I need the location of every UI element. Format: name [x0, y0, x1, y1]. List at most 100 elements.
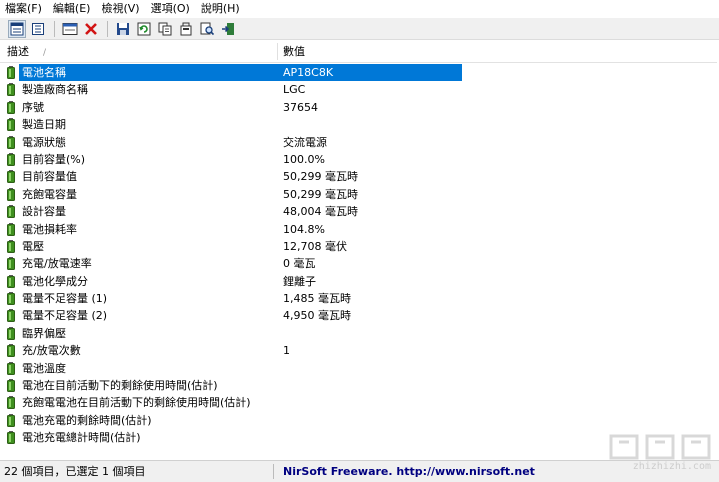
status-bar: 22 個項目，已選定 1 個項目 NirSoft Freeware. http:…	[0, 460, 719, 482]
column-divider[interactable]	[277, 43, 278, 60]
battery-icon	[7, 309, 15, 323]
list-row[interactable]: 電量不足容量 (1) 1,485 毫瓦時	[0, 290, 719, 307]
exit-icon[interactable]	[219, 20, 237, 38]
battery-icon	[7, 361, 15, 375]
list-row[interactable]: 充飽電電池在目前活動下的剩餘使用時間(估計)	[0, 394, 719, 411]
row-description: 電量不足容量 (2)	[22, 309, 108, 323]
battery-icon	[7, 257, 15, 271]
row-description: 電池化學成分	[22, 274, 88, 288]
row-description: 電池在目前活動下的剩餘使用時間(估計)	[22, 379, 218, 393]
list-header: 描述 / 數值	[0, 41, 719, 63]
list-row[interactable]: 臨界偏壓	[0, 325, 719, 342]
list-row[interactable]: 電量不足容量 (2) 4,950 毫瓦時	[0, 307, 719, 324]
list-row[interactable]: 電池損耗率 104.8%	[0, 221, 719, 238]
status-item-count: 22 個項目，已選定 1 個項目	[4, 465, 146, 478]
battery-icon	[7, 135, 15, 149]
row-value: 50,299 毫瓦時	[283, 187, 358, 201]
row-description: 充/放電次數	[22, 344, 81, 358]
row-value: 交流電源	[283, 135, 327, 149]
battery-icon	[7, 413, 15, 427]
list-row[interactable]: 目前容量值 50,299 毫瓦時	[0, 168, 719, 185]
battery-icon	[7, 118, 15, 132]
list-row[interactable]: 序號 37654	[0, 99, 719, 116]
column-header-description[interactable]: 描述 /	[7, 41, 46, 62]
list-row[interactable]: 製造廠商名稱 LGC	[0, 81, 719, 98]
battery-icon	[7, 83, 15, 97]
list-row[interactable]: 電池充電總計時間(估計)	[0, 429, 719, 446]
row-value: 104.8%	[283, 222, 325, 236]
list-row[interactable]: 充/放電次數 1	[0, 342, 719, 359]
html-report-icon[interactable]	[177, 20, 195, 38]
row-description: 製造日期	[22, 118, 66, 132]
row-value: LGC	[283, 83, 306, 97]
menu-help[interactable]: 說明(H)	[196, 0, 246, 18]
nirsoft-link[interactable]: NirSoft Freeware. http://www.nirsoft.net	[283, 461, 535, 482]
row-description: 臨界偏壓	[22, 326, 66, 340]
view-mode-1-icon[interactable]	[8, 19, 26, 38]
battery-icon	[7, 292, 15, 306]
row-value: 0 毫瓦	[283, 257, 316, 271]
row-description: 製造廠商名稱	[22, 83, 88, 97]
list-row[interactable]: 充飽電容量 50,299 毫瓦時	[0, 186, 719, 203]
row-description: 電池溫度	[22, 361, 66, 375]
list-row[interactable]: 製造日期	[0, 116, 719, 133]
row-description: 電池名稱	[19, 64, 462, 81]
list-row[interactable]: 電池在目前活動下的剩餘使用時間(估計)	[0, 377, 719, 394]
battery-icon	[7, 239, 15, 253]
row-description: 電量不足容量 (1)	[22, 292, 108, 306]
toolbar-separator	[107, 20, 108, 37]
row-value: 4,950 毫瓦時	[283, 309, 351, 323]
toolbar	[0, 18, 719, 40]
column-description-label: 描述	[7, 45, 29, 58]
list-row[interactable]: 電池化學成分 鋰離子	[0, 273, 719, 290]
row-description: 設計容量	[22, 205, 66, 219]
view-mode-2-icon[interactable]	[29, 20, 47, 38]
menu-edit[interactable]: 編輯(E)	[48, 0, 97, 18]
copy-icon[interactable]	[156, 20, 174, 38]
column-header-value[interactable]: 數值	[283, 41, 305, 62]
battery-icon	[7, 222, 15, 236]
battery-icon	[7, 205, 15, 219]
list-row[interactable]: 電池充電的剩餘時間(估計)	[0, 412, 719, 429]
list-row[interactable]: 設計容量 48,004 毫瓦時	[0, 203, 719, 220]
row-value: AP18C8K	[283, 66, 334, 79]
battery-icon	[7, 66, 15, 79]
row-description: 電壓	[22, 239, 44, 253]
row-value: 100.0%	[283, 152, 325, 166]
row-description: 電池損耗率	[22, 222, 77, 236]
row-value: 鋰離子	[283, 274, 316, 288]
row-value: 12,708 毫伏	[283, 239, 347, 253]
list-row[interactable]: 電池名稱 AP18C8K	[0, 64, 719, 81]
toolbar-separator	[54, 20, 55, 37]
save-icon[interactable]	[114, 20, 132, 38]
battery-icon	[7, 274, 15, 288]
row-value: 48,004 毫瓦時	[283, 205, 358, 219]
menu-file[interactable]: 檔案(F)	[0, 0, 48, 18]
menu-view[interactable]: 檢視(V)	[96, 0, 145, 18]
row-value: 50,299 毫瓦時	[283, 170, 358, 184]
menu-options[interactable]: 選項(O)	[146, 0, 196, 18]
properties-icon[interactable]	[61, 20, 79, 38]
list-row[interactable]: 目前容量(%) 100.0%	[0, 151, 719, 168]
list-row[interactable]: 電壓 12,708 毫伏	[0, 238, 719, 255]
row-description: 電源狀態	[22, 135, 66, 149]
sort-indicator-icon: /	[43, 48, 47, 58]
battery-icon	[7, 379, 15, 393]
battery-icon	[7, 152, 15, 166]
row-value: 1,485 毫瓦時	[283, 292, 351, 306]
find-icon[interactable]	[198, 20, 216, 38]
status-divider	[273, 464, 274, 479]
delete-icon[interactable]	[82, 20, 100, 38]
row-description: 電池充電的剩餘時間(估計)	[22, 413, 152, 427]
list-row[interactable]: 電源狀態 交流電源	[0, 134, 719, 151]
battery-icon	[7, 431, 15, 445]
refresh-icon[interactable]	[135, 20, 153, 38]
row-description: 目前容量值	[22, 170, 77, 184]
row-description: 序號	[22, 100, 44, 114]
battery-icon	[7, 170, 15, 184]
list-row[interactable]: 電池溫度	[0, 360, 719, 377]
battery-info-list: 電池名稱 AP18C8K 製造廠商名稱 LGC 序號 37654 製造日期電源狀態 交流電源目…	[0, 64, 719, 447]
battery-icon	[7, 187, 15, 201]
list-row[interactable]: 充電/放電速率 0 毫瓦	[0, 255, 719, 272]
column-value-label: 數值	[283, 45, 305, 58]
